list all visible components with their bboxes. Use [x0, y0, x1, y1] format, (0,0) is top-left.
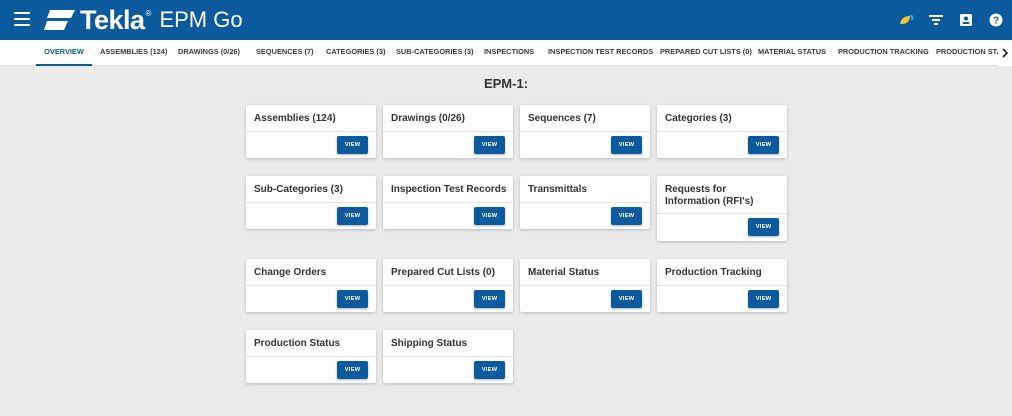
card-title: Requests for Information (RFI's): [665, 184, 754, 207]
tab-strip: OVERVIEW ASSEMBLIES (124) DRAWINGS (0/26…: [0, 40, 1012, 66]
card-title: Change Orders: [254, 267, 327, 278]
contact-card-icon[interactable]: [958, 12, 974, 28]
tab-sequences[interactable]: SEQUENCES (7): [256, 40, 314, 66]
tab-drawings[interactable]: DRAWINGS (0/26): [178, 40, 240, 66]
card-title: Categories (3): [665, 113, 732, 124]
view-material-status-button[interactable]: VIEW: [611, 290, 642, 308]
card-title: Sub-Categories (3): [254, 184, 343, 195]
view-change-orders-button[interactable]: VIEW: [337, 290, 368, 308]
card-drawings: Drawings (0/26) VIEW: [383, 105, 513, 158]
tab-production-status[interactable]: PRODUCTION STAT: [936, 40, 998, 66]
card-production-tracking: Production Tracking VIEW: [657, 259, 787, 312]
brand-name: Tekla: [80, 5, 145, 35]
card-title: Prepared Cut Lists (0): [391, 267, 495, 278]
card-prepared-cut-lists: Prepared Cut Lists (0) VIEW: [383, 259, 513, 312]
card-title: Drawings (0/26): [391, 113, 465, 124]
card-sequences: Sequences (7) VIEW: [520, 105, 650, 158]
view-assemblies-button[interactable]: VIEW: [337, 136, 368, 154]
view-production-tracking-button[interactable]: VIEW: [748, 290, 779, 308]
card-title: Material Status: [528, 267, 600, 278]
tab-assemblies[interactable]: ASSEMBLIES (124): [100, 40, 167, 66]
tab-material-status[interactable]: MATERIAL STATUS: [758, 40, 826, 66]
card-requests-for-information: Requests for Information (RFI's) VIEW: [657, 176, 787, 241]
card-title: Production Status: [254, 338, 341, 349]
tab-prepared-cut-lists[interactable]: PREPARED CUT LISTS (0): [660, 40, 752, 66]
tekla-logo-mark-icon: [44, 10, 75, 30]
tab-sub-categories[interactable]: SUB-CATEGORIES (3): [396, 40, 473, 66]
tab-inspection-test-records[interactable]: INSPECTION TEST RECORDS: [548, 40, 653, 66]
card-sub-categories: Sub-Categories (3) VIEW: [246, 176, 376, 229]
card-title: Sequences (7): [528, 113, 596, 124]
view-transmittals-button[interactable]: VIEW: [611, 207, 642, 225]
card-title: Production Tracking: [665, 267, 762, 278]
product-name: EPM Go: [159, 7, 243, 32]
tab-categories[interactable]: CATEGORIES (3): [326, 40, 385, 66]
card-change-orders: Change Orders VIEW: [246, 259, 376, 312]
tab-production-tracking[interactable]: PRODUCTION TRACKING: [838, 40, 929, 66]
card-title: Shipping Status: [391, 338, 468, 349]
view-production-status-button[interactable]: VIEW: [337, 361, 368, 379]
view-drawings-button[interactable]: VIEW: [474, 136, 505, 154]
tab-inspections[interactable]: INSPECTIONS: [484, 40, 534, 66]
card-assemblies: Assemblies (124) VIEW: [246, 105, 376, 158]
filter-icon[interactable]: [928, 12, 944, 28]
card-inspection-test-records: Inspection Test Records VIEW: [383, 176, 513, 229]
app-logo[interactable]: Tekla ® EPM Go: [44, 5, 243, 35]
view-sub-categories-button[interactable]: VIEW: [337, 207, 368, 225]
card-shipping-status: Shipping Status VIEW: [383, 330, 513, 383]
card-production-status: Production Status VIEW: [246, 330, 376, 383]
page-title: EPM-1:: [483, 76, 529, 91]
view-prepared-cut-lists-button[interactable]: VIEW: [474, 290, 505, 308]
tab-overview[interactable]: OVERVIEW: [36, 40, 92, 66]
card-categories: Categories (3) VIEW: [657, 105, 787, 158]
card-material-status: Material Status VIEW: [520, 259, 650, 312]
view-shipping-status-button[interactable]: VIEW: [474, 361, 505, 379]
card-transmittals: Transmittals VIEW: [520, 176, 650, 229]
menu-icon[interactable]: [14, 12, 30, 26]
help-icon[interactable]: ?: [988, 12, 1004, 28]
card-title: Assemblies (124): [254, 113, 336, 124]
card-title: Inspection Test Records: [391, 184, 507, 195]
chevron-right-icon: [1002, 48, 1008, 58]
leaf-icon[interactable]: [898, 12, 914, 28]
app-header: Tekla ® EPM Go ?: [0, 0, 1012, 40]
view-inspection-test-records-button[interactable]: VIEW: [474, 207, 505, 225]
view-categories-button[interactable]: VIEW: [748, 136, 779, 154]
svg-text:?: ?: [993, 16, 999, 27]
view-sequences-button[interactable]: VIEW: [611, 136, 642, 154]
tabs-scroll-right-button[interactable]: [998, 40, 1012, 66]
registered-mark: ®: [145, 9, 152, 18]
view-rfis-button[interactable]: VIEW: [748, 218, 779, 236]
card-title: Transmittals: [528, 184, 587, 195]
